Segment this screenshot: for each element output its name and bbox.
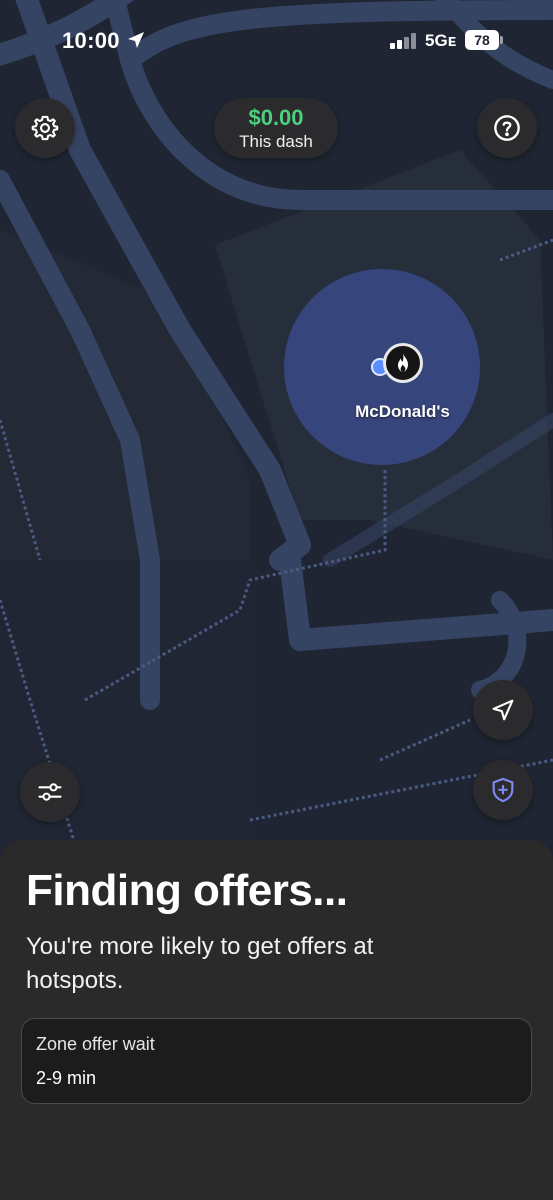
shield-plus-icon	[492, 777, 514, 803]
wait-label: Zone offer wait	[36, 1034, 155, 1054]
battery-level: 78	[465, 30, 499, 50]
sheet-title: Finding offers...	[26, 866, 348, 915]
recenter-button[interactable]	[473, 680, 533, 740]
offers-sheet[interactable]: Finding offers... You're more likely to …	[0, 840, 553, 1200]
wait-value: 2-9 min	[36, 1068, 97, 1088]
zone-wait-card[interactable]: Zone offer wait 2-9 min	[21, 1018, 532, 1104]
question-mark-icon	[494, 115, 520, 141]
battery-indicator: 78	[465, 30, 503, 50]
sheet-subtitle: You're more likely to get offers at hots…	[26, 933, 374, 994]
battery-tip	[500, 36, 503, 44]
earnings-amount: $0.00	[248, 105, 304, 130]
filter-button[interactable]	[20, 762, 80, 822]
help-button[interactable]	[477, 98, 537, 158]
earnings-label: This dash	[239, 132, 313, 151]
settings-button[interactable]	[15, 98, 75, 158]
earnings-pill[interactable]: $0.00 This dash	[214, 98, 338, 158]
flame-icon	[398, 353, 408, 372]
network-type: 5Gᴇ	[425, 31, 457, 50]
hotspot-label: McDonald's	[355, 402, 450, 421]
status-bar: 10:00 5Gᴇ 78	[0, 0, 553, 80]
sliders-icon	[38, 783, 62, 801]
gear-icon	[31, 115, 59, 141]
status-time: 10:00	[62, 28, 120, 53]
location-arrow-icon	[128, 32, 144, 48]
hotspot-marker[interactable]	[383, 343, 423, 383]
navigation-arrow-icon	[492, 699, 514, 721]
cellular-signal-icon	[390, 33, 416, 49]
safety-button[interactable]	[473, 760, 533, 820]
